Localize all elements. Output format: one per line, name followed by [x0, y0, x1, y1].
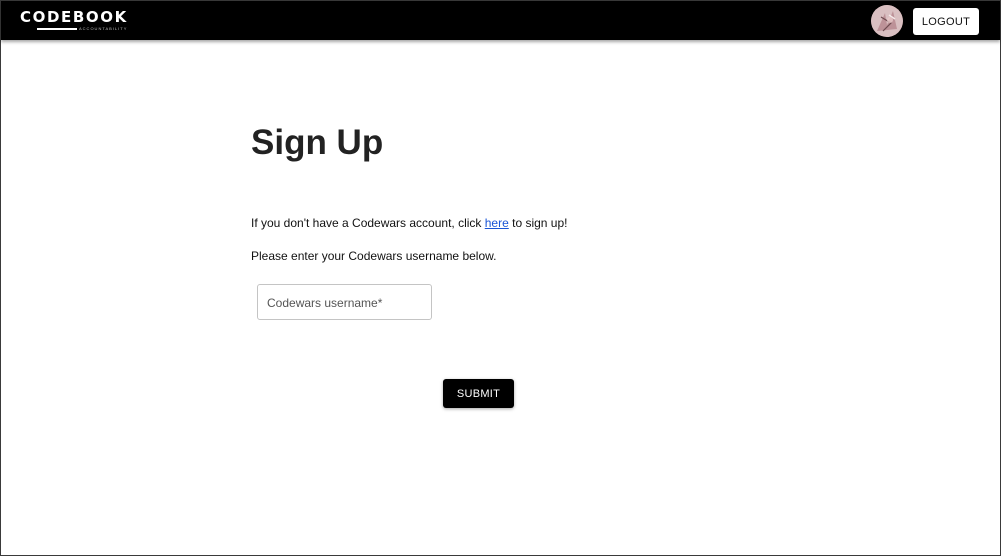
codewars-username-input[interactable]	[258, 285, 431, 319]
signup-intro-suffix: to sign up!	[508, 216, 568, 230]
signup-intro-prefix: If you don't have a Codewars account, cl…	[251, 216, 485, 230]
codewars-username-field[interactable]: Codewars username*	[257, 284, 432, 320]
username-instruction: Please enter your Codewars username belo…	[251, 249, 497, 263]
avatar[interactable]	[871, 5, 903, 37]
brand-name: CODEBOOK	[20, 8, 128, 26]
brand-underline	[37, 28, 77, 30]
brand-logo[interactable]: CODEBOOK ACCOUNTABILITY	[20, 8, 132, 34]
submit-button[interactable]: SUBMIT	[443, 379, 514, 408]
app-window: CODEBOOK ACCOUNTABILITY LOGOUT Sign Up I…	[0, 0, 1001, 556]
signup-intro-text: If you don't have a Codewars account, cl…	[251, 215, 568, 231]
logout-button[interactable]: LOGOUT	[913, 8, 979, 35]
codewars-signup-link[interactable]: here	[485, 216, 509, 230]
avatar-image-icon	[871, 5, 903, 37]
brand-tagline: ACCOUNTABILITY	[79, 26, 128, 31]
top-app-bar: CODEBOOK ACCOUNTABILITY LOGOUT	[1, 1, 1000, 40]
page-title: Sign Up	[251, 123, 384, 162]
